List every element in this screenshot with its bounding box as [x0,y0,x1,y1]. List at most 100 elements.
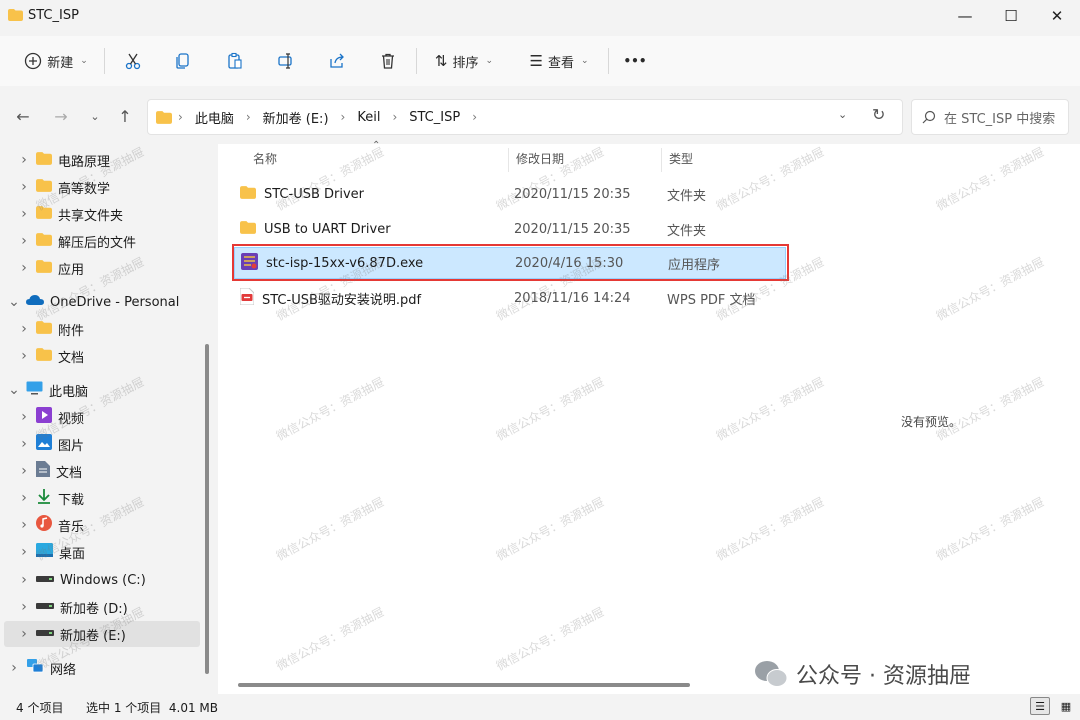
maximize-button[interactable]: ☐ [988,0,1034,32]
sidebar-item[interactable]: › 文档 [4,343,200,369]
sidebar-item-label: 文档 [56,465,83,481]
folder-icon [8,9,23,21]
paste-button[interactable] [218,44,252,78]
chevron-right-icon[interactable]: › [16,626,32,642]
column-separator[interactable] [661,148,662,172]
breadcrumb-item[interactable]: Keil [357,110,380,125]
sidebar-item[interactable]: › 图片 [4,431,200,457]
chevron-right-icon[interactable]: › [16,206,32,222]
chevron-right-icon[interactable]: › [16,321,32,337]
folder-icon [240,185,256,203]
column-header-modified[interactable]: 修改日期 [516,150,564,168]
chevron-right-icon[interactable]: › [16,544,32,560]
breadcrumb-item[interactable]: 新加卷 (E:) [263,108,329,127]
up-button[interactable]: ↑ [112,104,138,128]
chevron-right-icon[interactable]: › [16,409,32,425]
file-name: STC-USB驱动安装说明.pdf [262,292,422,308]
sort-button[interactable]: ⇅ 排序 ⌄ [428,44,500,78]
column-separator[interactable] [508,148,509,172]
search-box[interactable]: 在 STC_ISP 中搜索 [911,99,1069,135]
details-view-button[interactable]: ☰ [1030,697,1050,715]
close-button[interactable]: ✕ [1034,0,1080,32]
address-bar[interactable]: › 此电脑 › 新加卷 (E:) › Keil › STC_ISP › [147,99,903,135]
chevron-down-icon: ⌄ [90,109,100,123]
sidebar-item[interactable]: › 共享文件夹 [4,201,200,227]
sidebar-item-label: 文档 [58,350,85,366]
chevron-right-icon[interactable]: › [16,179,32,195]
breadcrumb-item[interactable]: 此电脑 [195,108,234,127]
share-button[interactable] [320,44,354,78]
sidebar-item-label: 此电脑 [49,384,89,400]
minimize-icon: — [957,7,973,25]
file-row[interactable]: USB to UART Driver 2020/11/15 20:35 文件夹 [234,213,786,245]
desktop-icon [36,543,53,561]
chevron-right-icon[interactable]: › [16,152,32,168]
chevron-right-icon[interactable]: › [16,599,32,615]
highlight-annotation [232,244,789,281]
file-row[interactable]: STC-USB Driver 2020/11/15 20:35 文件夹 [234,178,786,210]
cut-button[interactable] [116,44,150,78]
view-label: 查看 [547,55,574,71]
sort-up-icon: ⌃ [372,140,381,151]
sidebar-item[interactable]: ⌄ OneDrive - Personal [4,289,200,315]
sidebar-item-label: 新加卷 (D:) [60,601,128,617]
chevron-right-icon[interactable]: › [16,572,32,588]
sidebar-item[interactable]: › 桌面 [4,539,200,565]
file-row[interactable]: STC-USB驱动安装说明.pdf 2018/11/16 14:24 WPS PDF… [234,282,786,314]
file-modified: 2020/11/15 20:35 [514,221,631,237]
chevron-right-icon[interactable]: › [16,463,32,479]
sidebar-item-label: 解压后的文件 [58,235,137,251]
large-icons-view-button[interactable]: ▦ [1056,697,1076,715]
new-button[interactable]: 新建 ⌄ [16,44,96,78]
minimize-button[interactable]: — [942,0,988,32]
sidebar-item[interactable]: › 文档 [4,458,200,484]
column-header-name[interactable]: 名称 [253,150,277,168]
sidebar-item[interactable]: › 解压后的文件 [4,228,200,254]
sidebar-scrollbar[interactable] [205,344,209,674]
sidebar-item[interactable]: › 电路原理 [4,147,200,173]
chevron-right-icon[interactable]: › [6,660,22,676]
sidebar-item[interactable]: › 新加卷 (E:) [4,621,200,647]
sidebar-item[interactable]: › 附件 [4,316,200,342]
sidebar-item[interactable]: › 应用 [4,255,200,281]
sort-label: 排序 [452,55,479,71]
chevron-right-icon[interactable]: › [16,436,32,452]
horizontal-scrollbar[interactable] [238,683,690,687]
chevron-down-icon[interactable]: ⌄ [6,294,22,310]
selection-info: 选中 1 个项目 4.01 MB [86,701,219,715]
view-button[interactable]: ☰ 查看 ⌄ [520,44,598,78]
recent-locations-button[interactable]: ⌄ [82,104,108,128]
forward-button[interactable]: → [48,104,74,128]
sidebar-item-label: 新加卷 (E:) [60,628,126,644]
sidebar-item[interactable]: › 高等数学 [4,174,200,200]
column-header-type[interactable]: 类型 [669,150,693,168]
toolbar-divider [104,48,105,74]
chevron-right-icon[interactable]: › [16,348,32,364]
file-type: WPS PDF 文档 [667,292,756,308]
copy-button[interactable] [166,44,200,78]
chevron-down-icon[interactable]: ⌄ [6,382,22,398]
sidebar-item-label: 网络 [50,662,77,678]
sidebar-item[interactable]: › 下载 [4,485,200,511]
chevron-right-icon[interactable]: › [16,260,32,276]
address-history-button[interactable]: ⌄ [838,108,847,121]
maximize-icon: ☐ [1004,7,1018,25]
sidebar-item[interactable]: ⌄ 此电脑 [4,377,200,403]
trash-icon [382,53,394,69]
rename-button[interactable] [269,44,303,78]
sidebar-item[interactable]: › 新加卷 (D:) [4,594,200,620]
sidebar-item[interactable]: › 网络 [4,655,200,681]
delete-button[interactable] [371,44,405,78]
back-button[interactable]: ← [10,104,36,128]
more-options-button[interactable]: ••• [618,44,652,78]
sidebar-item[interactable]: › 音乐 [4,512,200,538]
chevron-right-icon[interactable]: › [16,233,32,249]
breadcrumb-item[interactable]: STC_ISP [409,110,460,125]
watermark-brand-text: 公众号 · 资源抽屉 [796,664,971,689]
folder-icon [36,259,52,277]
sidebar-item[interactable]: › Windows (C:) [4,567,200,593]
refresh-button[interactable]: ↻ [872,105,885,124]
sidebar-item[interactable]: › 视频 [4,404,200,430]
chevron-right-icon[interactable]: › [16,517,32,533]
chevron-right-icon[interactable]: › [16,490,32,506]
